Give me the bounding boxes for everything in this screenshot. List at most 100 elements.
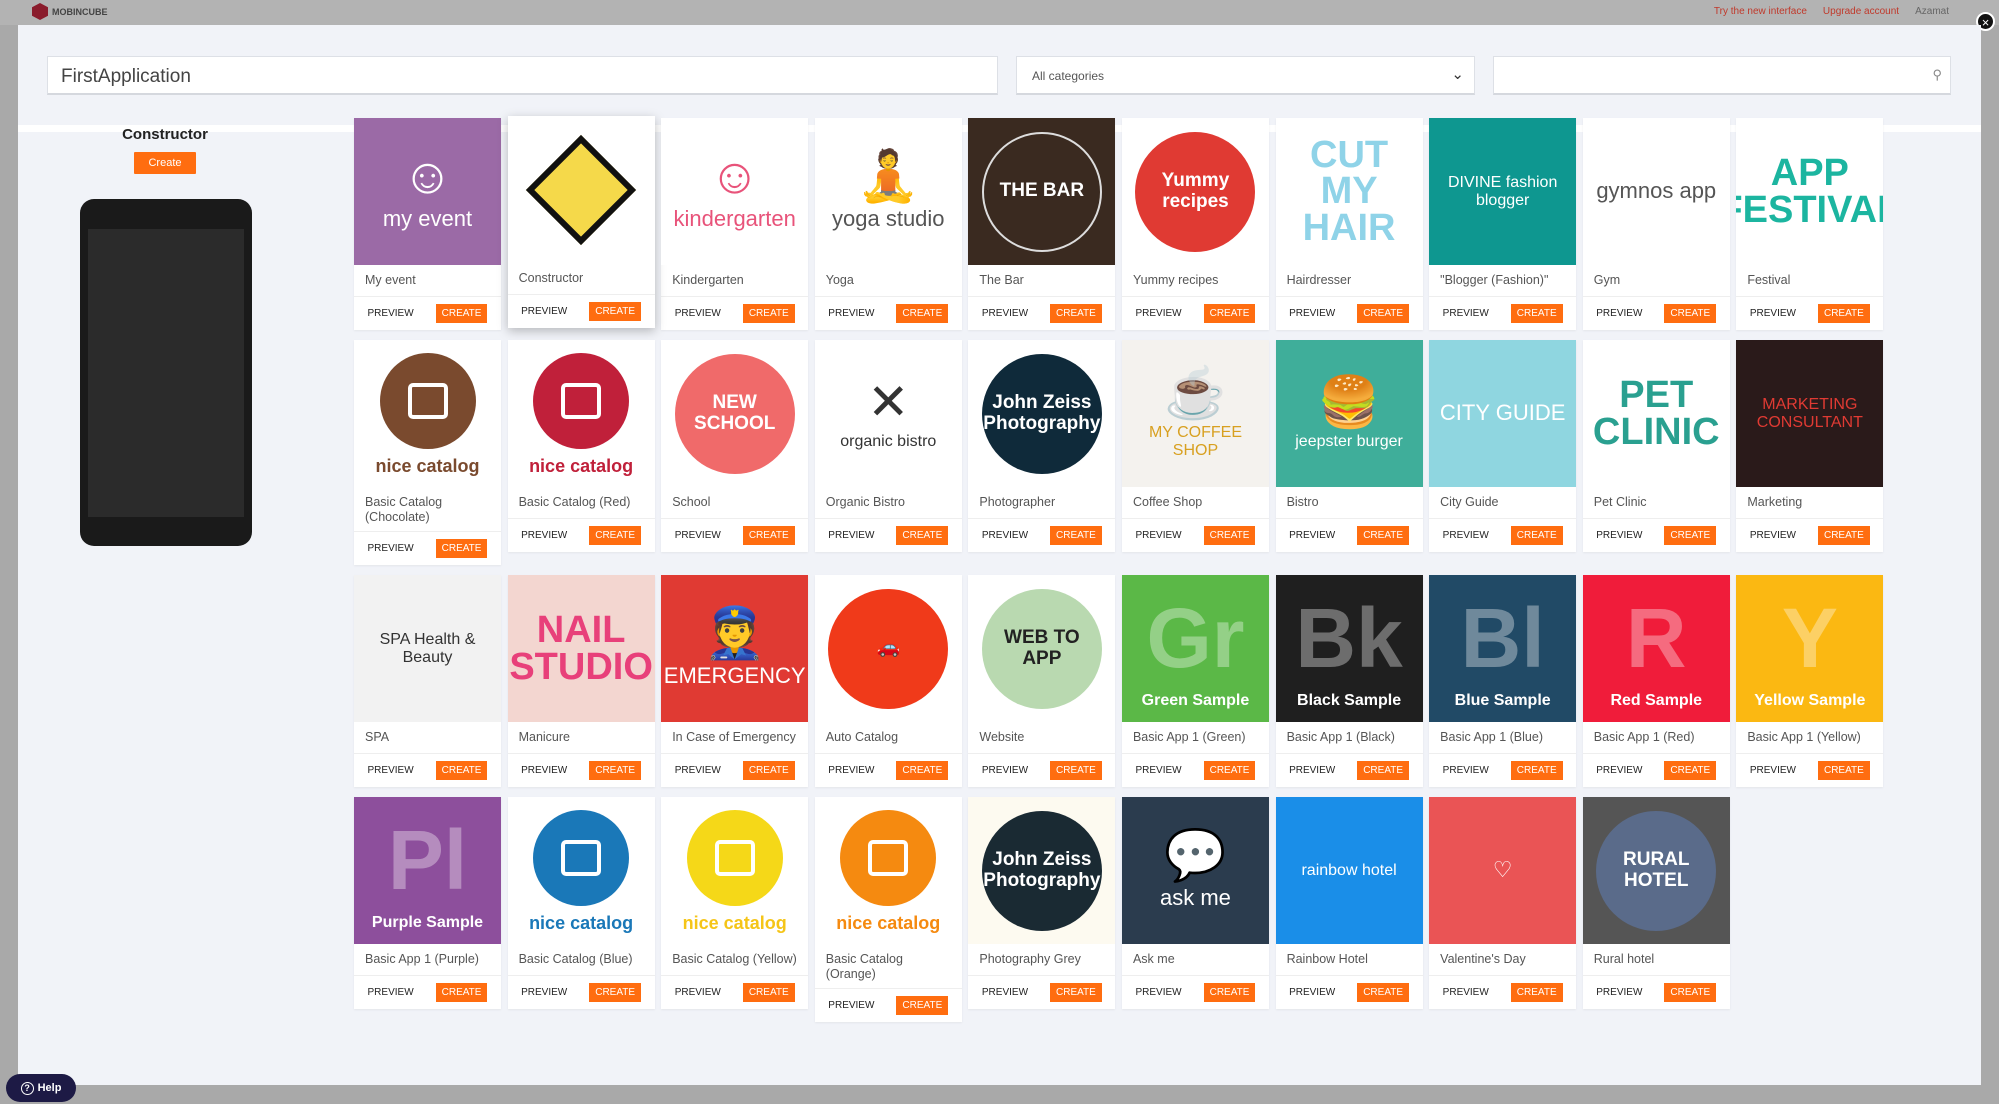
template-card[interactable]: nice catalog Basic Catalog (Chocolate) PRE… <box>354 340 501 565</box>
create-button[interactable]: CREATE <box>1664 526 1717 545</box>
template-thumbnail[interactable]: gymnos app <box>1582 118 1730 265</box>
preview-button[interactable]: PREVIEW <box>521 765 567 776</box>
preview-button[interactable]: PREVIEW <box>1750 530 1796 541</box>
template-card[interactable]: ☕ MY COFFEE SHOP Coffee Shop PREVIEW CREATE <box>1121 340 1269 552</box>
template-card[interactable]: Constructor PREVIEW CREATE <box>507 116 655 328</box>
template-thumbnail[interactable]: NEW SCHOOL <box>661 340 809 487</box>
template-card[interactable]: 🍔 jeepster burger Bistro PREVIEW CREATE <box>1275 340 1423 552</box>
preview-button[interactable]: PREVIEW <box>368 765 414 776</box>
template-card[interactable]: NEW SCHOOL School PREVIEW CREATE <box>661 340 809 552</box>
preview-button[interactable]: PREVIEW <box>982 530 1028 541</box>
preview-button[interactable]: PREVIEW <box>675 308 721 319</box>
template-thumbnail[interactable]: ♡ <box>1429 797 1577 944</box>
preview-button[interactable]: PREVIEW <box>1135 308 1181 319</box>
template-thumbnail[interactable]: nice catalog <box>354 340 501 487</box>
preview-button[interactable]: PREVIEW <box>1289 308 1335 319</box>
template-card[interactable]: SPA Health & Beauty SPA PREVIEW CREATE <box>354 575 501 787</box>
template-card[interactable]: Gr Green Sample Basic App 1 (Green) PREVIEW… <box>1121 575 1269 787</box>
template-thumbnail[interactable]: Yummy recipes <box>1121 118 1269 265</box>
template-thumbnail[interactable]: Pl Purple Sample <box>354 797 501 944</box>
template-card[interactable]: Yummy recipes Yummy recipes PREVIEW CREATE <box>1121 118 1269 330</box>
preview-button[interactable]: PREVIEW <box>982 308 1028 319</box>
template-thumbnail[interactable]: nice catalog <box>507 797 655 944</box>
template-card[interactable]: ♡ Valentine's Day PREVIEW CREATE <box>1429 797 1577 1009</box>
create-button[interactable]: CREATE <box>1817 526 1870 545</box>
template-card[interactable]: APP FESTIVAL Festival PREVIEW CREATE <box>1736 118 1884 330</box>
preview-button[interactable]: PREVIEW <box>1596 530 1642 541</box>
preview-button[interactable]: PREVIEW <box>828 1000 874 1011</box>
create-button[interactable]: CREATE <box>1357 983 1410 1002</box>
template-card[interactable]: WEB TO APP Website PREVIEW CREATE <box>968 575 1116 787</box>
template-thumbnail[interactable]: ✕ organic bistro <box>814 340 962 487</box>
create-button[interactable]: CREATE <box>1357 304 1410 323</box>
template-card[interactable]: PET CLINIC Pet Clinic PREVIEW CREATE <box>1582 340 1730 552</box>
preview-button[interactable]: PREVIEW <box>1289 987 1335 998</box>
template-thumbnail[interactable]: 🧘 yoga studio <box>814 118 962 265</box>
preview-button[interactable]: PREVIEW <box>1596 765 1642 776</box>
create-button[interactable]: CREATE <box>1664 761 1717 780</box>
create-button[interactable]: CREATE <box>896 304 949 323</box>
preview-button[interactable]: PREVIEW <box>675 987 721 998</box>
template-card[interactable]: nice catalog Basic Catalog (Orange) PREVIE… <box>814 797 962 1022</box>
create-button[interactable]: CREATE <box>1817 304 1870 323</box>
preview-button[interactable]: PREVIEW <box>368 543 414 554</box>
try-new-interface-link[interactable]: Try the new interface <box>1714 6 1807 17</box>
template-card[interactable]: John Zeiss Photography Photography Grey PR… <box>968 797 1116 1009</box>
template-thumbnail[interactable]: Gr Green Sample <box>1121 575 1269 722</box>
create-button[interactable]: CREATE <box>1050 526 1102 545</box>
template-card[interactable]: Bk Black Sample Basic App 1 (Black) PREVIEW… <box>1275 575 1423 787</box>
template-thumbnail[interactable]: nice catalog <box>507 340 655 487</box>
template-thumbnail[interactable]: 🍔 jeepster burger <box>1275 340 1423 487</box>
template-card[interactable]: NAIL STUDIO Manicure PREVIEW CREATE <box>507 575 655 787</box>
template-thumbnail[interactable]: John Zeiss Photography <box>968 340 1116 487</box>
create-button[interactable]: CREATE <box>1510 761 1563 780</box>
template-thumbnail[interactable]: 💬 ask me <box>1121 797 1269 944</box>
user-menu[interactable]: Azamat <box>1915 6 1949 17</box>
template-thumbnail[interactable]: CITY GUIDE <box>1429 340 1577 487</box>
template-thumbnail[interactable]: Bk Black Sample <box>1275 575 1423 722</box>
template-card[interactable]: 💬 ask me Ask me PREVIEW CREATE <box>1121 797 1269 1009</box>
preview-button[interactable]: PREVIEW <box>368 987 414 998</box>
template-thumbnail[interactable]: THE BAR <box>968 118 1116 265</box>
template-card[interactable]: Pl Purple Sample Basic App 1 (Purple) PREVI… <box>354 797 501 1009</box>
create-button[interactable]: CREATE <box>1510 983 1563 1002</box>
create-button[interactable]: CREATE <box>1510 526 1563 545</box>
template-card[interactable]: Y Yellow Sample Basic App 1 (Yellow) PREVIE… <box>1736 575 1884 787</box>
template-thumbnail[interactable]: Bl Blue Sample <box>1429 575 1577 722</box>
preview-button[interactable]: PREVIEW <box>828 765 874 776</box>
template-thumbnail[interactable]: nice catalog <box>814 797 962 944</box>
template-thumbnail[interactable]: ☺ kindergarten <box>661 118 809 265</box>
template-card[interactable]: ✕ organic bistro Organic Bistro PREVIEW CREA… <box>814 340 962 552</box>
preview-button[interactable]: PREVIEW <box>1135 765 1181 776</box>
preview-button[interactable]: PREVIEW <box>828 530 874 541</box>
preview-button[interactable]: PREVIEW <box>1443 530 1489 541</box>
template-thumbnail[interactable]: CUT MY HAIR <box>1275 118 1423 265</box>
template-thumbnail[interactable]: 🚗 <box>814 575 962 722</box>
create-button[interactable]: CREATE <box>1203 526 1256 545</box>
create-button[interactable]: CREATE <box>896 761 949 780</box>
create-button[interactable]: CREATE <box>896 996 949 1015</box>
template-card[interactable]: rainbow hotel Rainbow Hotel PREVIEW CREATE <box>1275 797 1423 1009</box>
preview-button[interactable]: PREVIEW <box>1135 987 1181 998</box>
preview-button[interactable]: PREVIEW <box>1289 765 1335 776</box>
template-card[interactable]: John Zeiss Photography Photographer PREVIE… <box>968 340 1116 552</box>
template-thumbnail[interactable]: WEB TO APP <box>968 575 1116 722</box>
preview-button[interactable]: PREVIEW <box>982 765 1028 776</box>
preview-button[interactable]: PREVIEW <box>1596 308 1642 319</box>
preview-button[interactable]: PREVIEW <box>675 530 721 541</box>
preview-button[interactable]: PREVIEW <box>521 530 567 541</box>
template-card[interactable]: DIVINE fashion blogger "Blogger (Fashion)… <box>1429 118 1577 330</box>
template-card[interactable]: CITY GUIDE City Guide PREVIEW CREATE <box>1429 340 1577 552</box>
preview-button[interactable]: PREVIEW <box>1443 308 1489 319</box>
template-card[interactable]: ☺ my event My event PREVIEW CREATE <box>354 118 501 330</box>
preview-button[interactable]: PREVIEW <box>521 987 567 998</box>
template-card[interactable]: R Red Sample Basic App 1 (Red) PREVIEW CREAT… <box>1582 575 1730 787</box>
preview-button[interactable]: PREVIEW <box>1750 765 1796 776</box>
preview-button[interactable]: PREVIEW <box>368 308 414 319</box>
template-thumbnail[interactable]: NAIL STUDIO <box>507 575 655 722</box>
template-thumbnail[interactable]: John Zeiss Photography <box>968 797 1116 944</box>
create-button[interactable]: CREATE <box>1203 983 1256 1002</box>
preview-button[interactable]: PREVIEW <box>828 308 874 319</box>
template-card[interactable]: THE BAR The Bar PREVIEW CREATE <box>968 118 1116 330</box>
template-card[interactable]: 🧘 yoga studio Yoga PREVIEW CREATE <box>814 118 962 330</box>
